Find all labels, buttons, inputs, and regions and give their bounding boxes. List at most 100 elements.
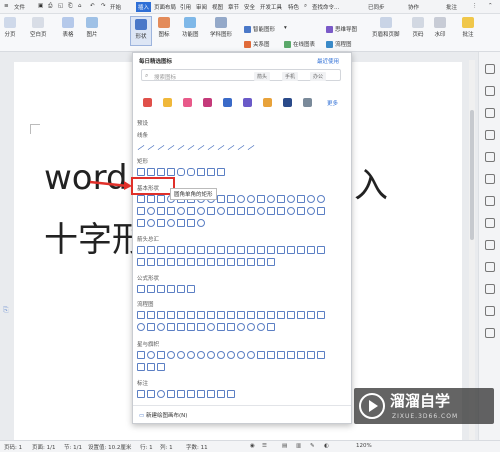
undo-icon[interactable]: ↶ bbox=[90, 3, 95, 9]
shape-button[interactable]: 形状 bbox=[130, 16, 152, 46]
star-shape[interactable] bbox=[297, 351, 305, 359]
star-shape[interactable] bbox=[307, 351, 315, 359]
basic-shape[interactable] bbox=[197, 207, 205, 215]
fav-icon-7[interactable] bbox=[263, 98, 272, 107]
arrow-shape[interactable] bbox=[157, 258, 165, 266]
flow-shape[interactable] bbox=[267, 311, 275, 319]
flow-shape[interactable] bbox=[177, 311, 185, 319]
flow-shape[interactable] bbox=[237, 323, 245, 331]
line-shape[interactable] bbox=[187, 144, 195, 151]
collapse-icon[interactable]: ⌃ bbox=[488, 3, 493, 9]
arrow-shape[interactable] bbox=[247, 246, 255, 254]
chip-phone[interactable]: 手机 bbox=[282, 72, 299, 81]
table-button[interactable]: 表格 bbox=[62, 17, 74, 38]
tab-security[interactable]: 安全 bbox=[244, 3, 255, 11]
flow-shape[interactable] bbox=[207, 311, 215, 319]
basic-shape[interactable] bbox=[257, 195, 265, 203]
sidebar-select-icon[interactable] bbox=[485, 64, 495, 74]
line-shape[interactable] bbox=[207, 144, 215, 151]
line-shape[interactable] bbox=[237, 144, 245, 151]
tab-developer[interactable]: 开发工具 bbox=[260, 3, 282, 11]
rect-shape[interactable] bbox=[167, 168, 175, 176]
flow-shape[interactable] bbox=[227, 311, 235, 319]
more-icon[interactable]: ⋮ bbox=[472, 3, 478, 9]
status-page[interactable]: 页码: 1 bbox=[4, 443, 22, 451]
quick-save-icon[interactable]: ▣ bbox=[38, 3, 43, 9]
arrow-shape[interactable] bbox=[167, 258, 175, 266]
basic-shape[interactable] bbox=[177, 207, 185, 215]
rect-shape[interactable] bbox=[197, 168, 205, 176]
tab-special[interactable]: 特色 bbox=[288, 3, 299, 11]
basic-shape[interactable] bbox=[197, 219, 205, 227]
scrollbar-thumb[interactable] bbox=[470, 110, 474, 240]
tab-home[interactable]: 开始 bbox=[110, 3, 121, 11]
arrow-shape[interactable] bbox=[217, 258, 225, 266]
basic-shape[interactable] bbox=[217, 195, 225, 203]
star-shape[interactable] bbox=[157, 363, 165, 371]
view-write-icon[interactable]: ✎ bbox=[310, 443, 315, 449]
basic-shape[interactable] bbox=[317, 195, 325, 203]
star-shape[interactable] bbox=[137, 351, 145, 359]
flow-shape[interactable] bbox=[217, 311, 225, 319]
tab-view[interactable]: 视图 bbox=[212, 3, 223, 11]
rect-shape[interactable] bbox=[187, 168, 195, 176]
relation-graph-button[interactable]: 关系图 bbox=[244, 40, 270, 48]
callout-shape[interactable] bbox=[177, 390, 185, 398]
basic-shape[interactable] bbox=[237, 207, 245, 215]
watermark-button[interactable]: 水印 bbox=[434, 17, 446, 38]
file-menu[interactable]: 文件 bbox=[14, 3, 25, 11]
arrow-shape[interactable] bbox=[147, 258, 155, 266]
document-text-line2[interactable]: 十字形 bbox=[44, 212, 146, 261]
line-shape[interactable] bbox=[147, 144, 155, 151]
arrow-shape[interactable] bbox=[227, 246, 235, 254]
callout-shape[interactable] bbox=[187, 390, 195, 398]
flow-shape[interactable] bbox=[157, 323, 165, 331]
picture-button[interactable]: 图片 bbox=[86, 17, 98, 38]
arrow-shape[interactable] bbox=[307, 246, 315, 254]
flow-shape[interactable] bbox=[197, 323, 205, 331]
flow-shape[interactable] bbox=[247, 323, 255, 331]
callout-shape[interactable] bbox=[197, 390, 205, 398]
header-footer-button[interactable]: 页眉和页脚 bbox=[372, 17, 400, 38]
fav-icon-9[interactable] bbox=[303, 98, 312, 107]
fav-icon-6[interactable] bbox=[243, 98, 252, 107]
online-chart-button[interactable]: 在线图表 bbox=[284, 40, 315, 48]
formula-shape[interactable] bbox=[147, 285, 155, 293]
star-shape[interactable] bbox=[197, 351, 205, 359]
arrow-shape[interactable] bbox=[277, 246, 285, 254]
basic-shape[interactable] bbox=[167, 207, 175, 215]
formula-shape[interactable] bbox=[187, 285, 195, 293]
arrow-shape[interactable] bbox=[207, 258, 215, 266]
formula-shape[interactable] bbox=[157, 285, 165, 293]
basic-shape[interactable] bbox=[307, 207, 315, 215]
arrow-shape[interactable] bbox=[237, 246, 245, 254]
zoom-level[interactable]: 120% bbox=[356, 443, 372, 449]
quick-print-icon[interactable]: ⎙ bbox=[48, 3, 52, 10]
star-shape[interactable] bbox=[147, 363, 155, 371]
callout-shape[interactable] bbox=[137, 390, 145, 398]
status-col[interactable]: 列: 1 bbox=[160, 443, 173, 451]
callout-shape[interactable] bbox=[167, 390, 175, 398]
arrow-shape[interactable] bbox=[197, 246, 205, 254]
page-number-button[interactable]: 页码 bbox=[412, 17, 424, 38]
rect-shape[interactable] bbox=[177, 168, 185, 176]
arrow-shape[interactable] bbox=[167, 246, 175, 254]
arrow-shape[interactable] bbox=[177, 258, 185, 266]
search-icon[interactable]: ⌕ bbox=[304, 3, 307, 10]
flow-shape[interactable] bbox=[307, 311, 315, 319]
star-shape[interactable] bbox=[257, 351, 265, 359]
icon-button[interactable]: 图标 bbox=[158, 17, 170, 38]
arrow-shape[interactable] bbox=[157, 246, 165, 254]
smart-graphic-button[interactable]: 智能图形 bbox=[244, 25, 275, 33]
line-shape[interactable] bbox=[217, 144, 225, 151]
basic-shape[interactable] bbox=[207, 207, 215, 215]
rect-shape[interactable] bbox=[217, 168, 225, 176]
line-shape[interactable] bbox=[137, 144, 145, 151]
view-read-icon[interactable]: ◉ bbox=[250, 443, 255, 449]
arrow-shape[interactable] bbox=[267, 258, 275, 266]
menu-icon[interactable]: ≡ bbox=[4, 3, 9, 9]
basic-shape[interactable] bbox=[277, 195, 285, 203]
view-page-icon[interactable]: ▤ bbox=[282, 443, 287, 449]
comment-ribbon-button[interactable]: 批注 bbox=[462, 17, 474, 38]
flow-shape[interactable] bbox=[157, 311, 165, 319]
